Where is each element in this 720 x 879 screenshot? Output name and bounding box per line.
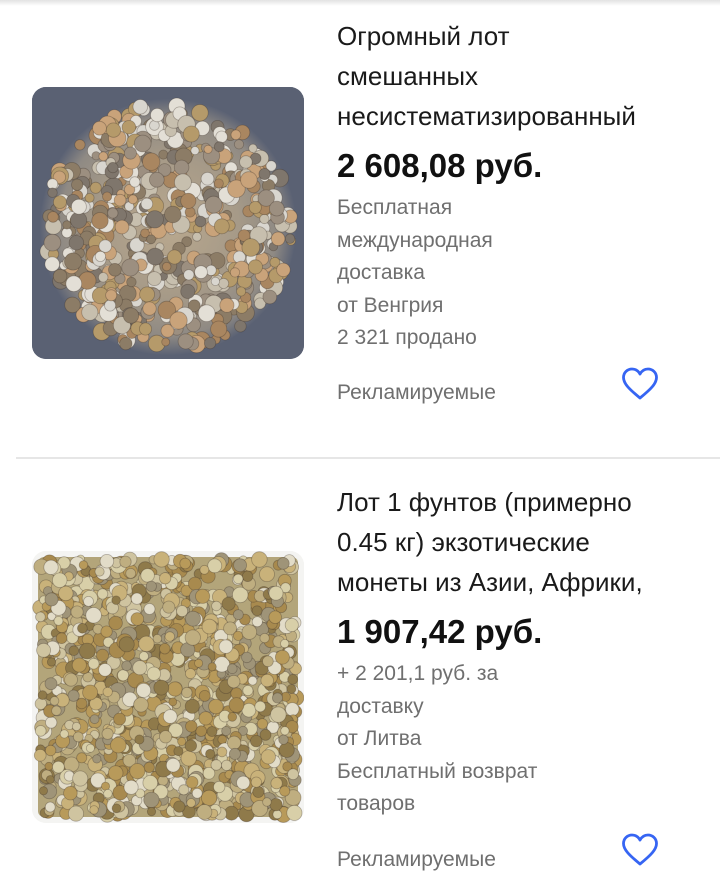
sold-count: 2 321 продано: [337, 326, 477, 349]
origin-location: от Венгрия: [337, 293, 444, 317]
listing-card[interactable]: Огромный лот смешанных несистематизирова…: [0, 0, 720, 458]
listing-info: Огромный лот смешанных несистематизирова…: [337, 16, 697, 355]
listing-image[interactable]: [32, 551, 304, 823]
listing-price: 2 608,08 руб.: [337, 147, 543, 184]
shipping-cost: + 2 201,1 руб. за: [337, 662, 499, 685]
sponsored-label: Рекламируемые: [337, 848, 496, 871]
listing-details: Бесплатная международная доставка от Вен…: [337, 192, 697, 355]
shipping-line: Бесплатная: [337, 196, 453, 219]
shipping-line: доставка: [337, 261, 425, 284]
coin-pile-image: [32, 551, 304, 823]
listing-details: + 2 201,1 руб. за доставку от Литва Бесп…: [337, 658, 697, 821]
listing-price: 1 907,42 руб.: [337, 613, 543, 650]
coin-pile-image: [32, 87, 304, 359]
shipping-cost: доставку: [337, 694, 424, 718]
heart-icon[interactable]: [621, 367, 659, 401]
sponsored-label: Рекламируемые: [337, 381, 496, 404]
listing-title[interactable]: Лот 1 фунтов (примерно 0.45 кг) экзотиче…: [337, 482, 697, 602]
listing-image[interactable]: [32, 87, 304, 359]
listing-card[interactable]: Лот 1 фунтов (примерно 0.45 кг) экзотиче…: [0, 458, 720, 879]
listing-info: Лот 1 фунтов (примерно 0.45 кг) экзотиче…: [337, 482, 697, 821]
returns-info: Бесплатный возврат: [337, 759, 538, 783]
heart-icon[interactable]: [621, 833, 659, 867]
origin-location: от Литва: [337, 727, 422, 750]
shipping-line: международная: [337, 228, 493, 252]
returns-info: товаров: [337, 792, 416, 815]
listing-title[interactable]: Огромный лот смешанных несистематизирова…: [337, 16, 697, 136]
